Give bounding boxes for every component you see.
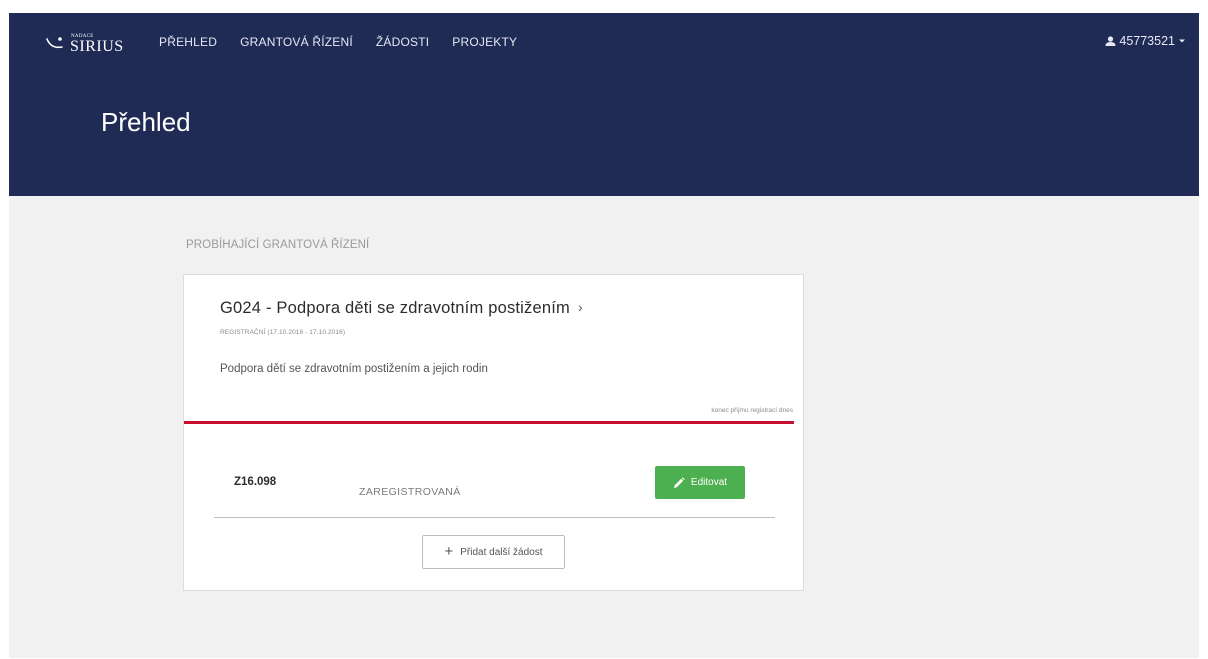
caret-down-icon <box>1179 39 1185 43</box>
edit-button-label: Editovat <box>690 477 728 488</box>
deadline-bar <box>184 421 794 424</box>
add-application-label: Přidat další žádost <box>460 546 543 558</box>
plus-icon: + <box>444 543 454 560</box>
nav-item-zadosti[interactable]: ŽÁDOSTI <box>376 35 429 49</box>
sirius-logo[interactable]: NADACE SIRIUS <box>45 32 135 56</box>
deadline-note: konec příjmu registrací dnes <box>711 407 793 414</box>
main-content: PROBÍHAJÍCÍ GRANTOVÁ ŘÍZENÍ G024 - Podpo… <box>9 196 1199 658</box>
user-menu[interactable]: 45773521 <box>1105 34 1186 48</box>
nav-item-prehled[interactable]: PŘEHLED <box>159 35 217 49</box>
grant-description: Podpora dětí se zdravotním postižením a … <box>220 363 488 375</box>
row-divider <box>214 517 775 518</box>
logo-crescent-icon <box>46 37 63 49</box>
add-application-button[interactable]: + Přidat další žádost <box>422 535 565 569</box>
application-status: ZAREGISTROVANÁ <box>359 486 461 498</box>
page-title: Přehled <box>101 107 191 137</box>
pencil-icon <box>673 476 685 488</box>
nav-item-projekty[interactable]: PROJEKTY <box>452 35 517 49</box>
edit-button[interactable]: Editovat <box>655 466 745 499</box>
user-icon <box>1105 36 1116 46</box>
grant-title-link[interactable]: G024 - Podpora děti se zdravotním postiž… <box>220 299 583 318</box>
application-code: Z16.098 <box>234 476 277 488</box>
grant-card: G024 - Podpora děti se zdravotním postiž… <box>183 274 804 591</box>
grant-phase: REGISTRAČNÍ (17.10.2016 - 17.10.2016) <box>220 329 346 336</box>
user-id: 45773521 <box>1119 34 1175 48</box>
nav-item-grantova-rizeni[interactable]: GRANTOVÁ ŘÍZENÍ <box>240 35 353 49</box>
main-nav: PŘEHLED GRANTOVÁ ŘÍZENÍ ŽÁDOSTI PROJEKTY <box>159 35 540 49</box>
chevron-right-icon: › <box>577 299 583 315</box>
top-header: NADACE SIRIUS PŘEHLED GRANTOVÁ ŘÍZENÍ ŽÁ… <box>9 13 1199 196</box>
section-label: PROBÍHAJÍCÍ GRANTOVÁ ŘÍZENÍ <box>186 239 370 251</box>
logo-main-text: SIRIUS <box>70 38 124 55</box>
page: NADACE SIRIUS PŘEHLED GRANTOVÁ ŘÍZENÍ ŽÁ… <box>0 0 1208 659</box>
grant-title: G024 - Podpora děti se zdravotním postiž… <box>220 299 570 317</box>
